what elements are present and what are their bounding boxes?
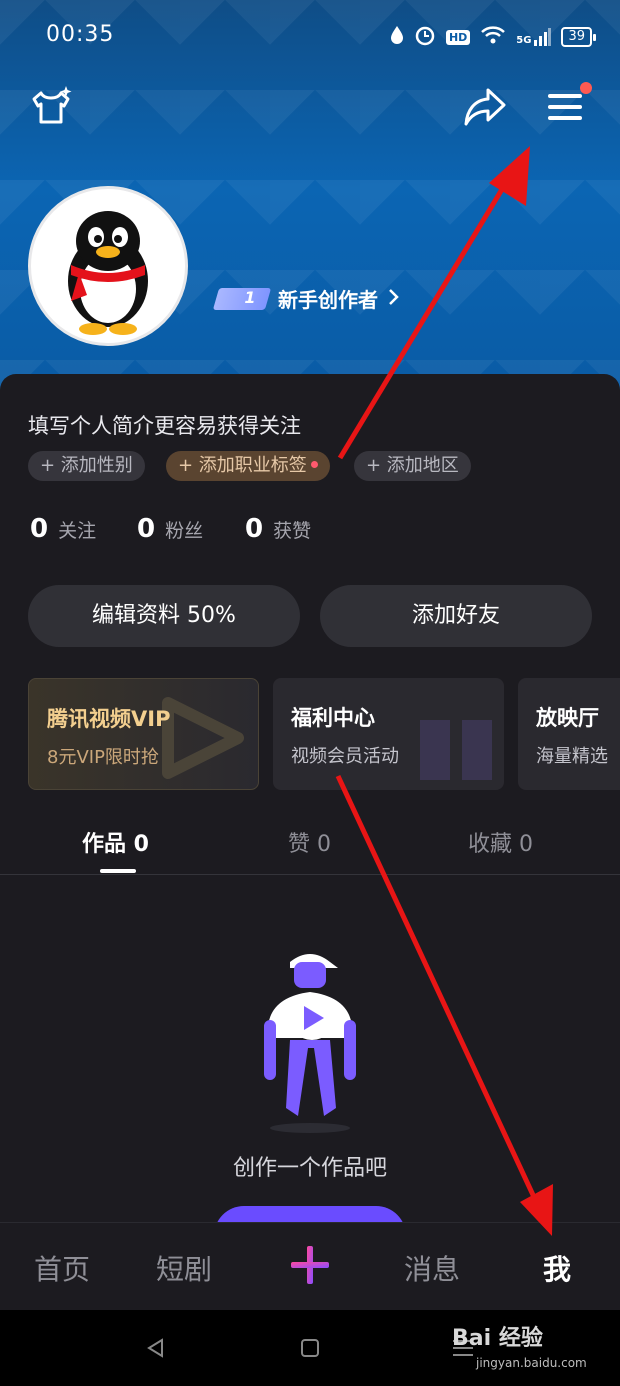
- creator-label: 新手创作者: [278, 288, 378, 312]
- create-plus-icon[interactable]: [289, 1244, 331, 1286]
- followers-count: 0: [137, 514, 156, 544]
- likes-count: 0: [245, 514, 264, 544]
- vip-card-subtitle: 8元VIP限时抢: [47, 747, 159, 768]
- add-occupation-tag[interactable]: + 添加职业标签: [166, 451, 330, 481]
- vip-card-title: 腾讯视频VIP: [47, 707, 171, 731]
- status-icons: HD 5G 39: [390, 24, 596, 50]
- followers-label: 粉丝: [165, 520, 204, 542]
- battery-indicator: 39: [561, 27, 596, 47]
- avatar[interactable]: [28, 186, 188, 346]
- likes-label: 获赞: [273, 520, 312, 542]
- tab-works[interactable]: 作品 0: [82, 826, 149, 858]
- network-label: 5G: [516, 35, 532, 46]
- screening-card[interactable]: 放映厅 海量精选: [518, 678, 620, 790]
- watermark-url: jingyan.baidu.com: [476, 1356, 587, 1370]
- add-region-tag[interactable]: + 添加地区: [354, 451, 471, 481]
- bio-prompt[interactable]: 填写个人简介更容易获得关注: [28, 410, 301, 440]
- following-count: 0: [30, 514, 49, 544]
- stat-followers[interactable]: 0 粉丝: [137, 514, 203, 544]
- add-occupation-label: + 添加职业标签: [178, 455, 307, 476]
- share-icon[interactable]: [462, 84, 508, 130]
- signal-icon: 5G: [516, 28, 552, 46]
- home-icon[interactable]: [300, 1338, 320, 1358]
- welfare-card-title: 福利中心: [291, 706, 375, 730]
- tab-favorites[interactable]: 收藏 0: [468, 826, 533, 858]
- creator-level-badge: 1: [212, 287, 272, 310]
- hd-icon: HD: [445, 29, 471, 45]
- following-label: 关注: [58, 520, 97, 542]
- creator-illustration-icon: [250, 948, 370, 1138]
- occupation-notification-dot: [310, 461, 318, 468]
- play-icon: [162, 697, 244, 779]
- empty-state-text: 创作一个作品吧: [232, 1156, 387, 1181]
- nav-short-drama[interactable]: 短剧: [156, 1248, 212, 1288]
- add-friend-button[interactable]: 添加好友: [320, 585, 592, 647]
- screening-card-title: 放映厅: [536, 706, 599, 730]
- nav-me[interactable]: 我: [543, 1248, 571, 1288]
- screening-card-subtitle: 海量精选: [536, 746, 608, 767]
- creator-level-number: 1: [244, 287, 256, 307]
- chevron-right-icon: [388, 288, 400, 310]
- tab-divider: [0, 874, 620, 875]
- nav-messages[interactable]: 消息: [404, 1248, 460, 1288]
- outfit-icon[interactable]: [28, 84, 74, 130]
- tab-active-indicator: [100, 869, 136, 873]
- penguin-avatar-icon: [68, 211, 148, 335]
- creator-badge[interactable]: 1 新手创作者: [212, 284, 400, 313]
- welfare-card[interactable]: 福利中心 视频会员活动: [273, 678, 504, 790]
- menu-notification-dot: [580, 82, 592, 94]
- status-bar: 00:35 HD 5G 39: [0, 0, 620, 76]
- stat-likes[interactable]: 0 获赞: [245, 514, 311, 544]
- alarm-icon: [414, 24, 436, 50]
- vip-card[interactable]: 腾讯视频VIP 8元VIP限时抢: [28, 678, 259, 790]
- welfare-card-subtitle: 视频会员活动: [291, 746, 399, 767]
- nav-home[interactable]: 首页: [34, 1248, 90, 1288]
- add-gender-tag[interactable]: + 添加性别: [28, 451, 145, 481]
- tab-likes[interactable]: 赞 0: [288, 826, 331, 858]
- back-icon[interactable]: [146, 1338, 166, 1358]
- edit-profile-button[interactable]: 编辑资料 50%: [28, 585, 300, 647]
- wifi-icon: [480, 25, 506, 49]
- status-time: 00:35: [46, 22, 115, 47]
- watermark: Bai 经验: [452, 1326, 543, 1351]
- water-drop-icon: [390, 25, 404, 49]
- gift-icon: [420, 700, 492, 784]
- stat-following[interactable]: 0 关注: [30, 514, 96, 544]
